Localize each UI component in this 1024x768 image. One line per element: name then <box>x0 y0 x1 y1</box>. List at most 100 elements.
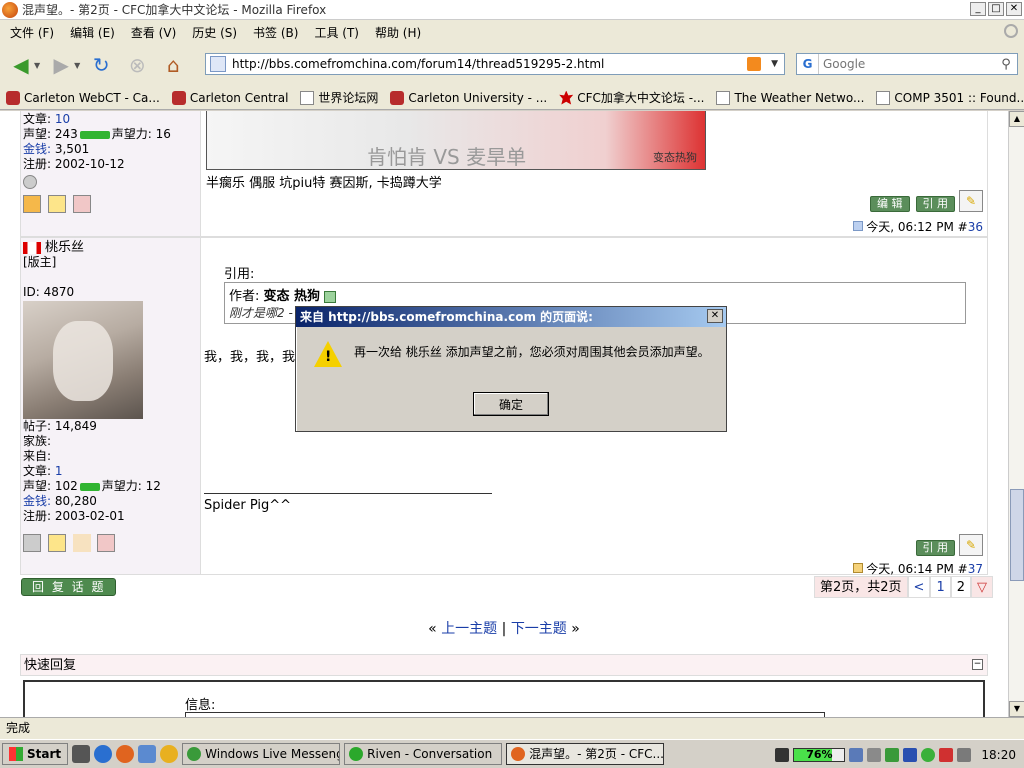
forward-history-dropdown[interactable]: ▼ <box>74 61 80 70</box>
vertical-scrollbar[interactable]: ▲ ▼ <box>1008 111 1024 717</box>
tray-icon[interactable] <box>903 748 918 762</box>
avatar[interactable] <box>23 301 143 419</box>
stop-button[interactable]: ⊗ <box>122 50 152 80</box>
page-menu[interactable]: ▽ <box>971 576 994 598</box>
scroll-up-button[interactable]: ▲ <box>1009 111 1024 127</box>
search-engine-icon[interactable]: G <box>797 54 819 74</box>
tray-icon[interactable] <box>775 748 790 762</box>
quicklaunch-icon[interactable] <box>72 745 91 763</box>
task-windows-live-messenger[interactable]: Windows Live Messenger <box>182 743 341 765</box>
messenger-status-icon[interactable] <box>921 748 936 762</box>
quote-button[interactable]: 引 用 <box>915 196 955 212</box>
previous-thread-link[interactable]: 上一主题 <box>441 621 497 637</box>
internet-explorer-icon[interactable] <box>94 745 113 763</box>
add-reputation-icon[interactable] <box>47 534 66 552</box>
report-icon[interactable] <box>97 534 116 552</box>
collapse-icon[interactable]: − <box>972 659 983 670</box>
quick-reply-box: 信息: <box>23 680 985 717</box>
quote-button[interactable]: 引 用 <box>915 540 955 556</box>
task-riven-conversation[interactable]: Riven - Conversation <box>344 743 503 765</box>
minimize-button[interactable]: _ <box>970 2 986 16</box>
menu-edit[interactable]: 编辑 (E) <box>62 24 123 41</box>
page-icon <box>300 90 315 105</box>
scroll-thumb[interactable] <box>1010 489 1024 581</box>
quick-reply-header: 快速回复 − <box>20 654 988 676</box>
volume-icon[interactable] <box>957 748 972 762</box>
dialog-close-button[interactable]: ✕ <box>707 309 723 323</box>
bookmark-carleton-university[interactable]: Carleton University - ... <box>390 90 547 105</box>
task-firefox[interactable]: 混声望。- 第2页 - CFC... <box>506 743 665 765</box>
rss-feed-icon[interactable] <box>747 57 762 71</box>
back-button[interactable]: ◀ <box>6 50 36 80</box>
search-input[interactable] <box>819 57 995 71</box>
bookmark-cfc-forum[interactable]: CFC加拿大中文论坛 -... <box>559 89 704 106</box>
dialog-message: 再一次给 桃乐丝 添加声望之前，您必须对周围其他会员添加声望。 <box>354 345 710 359</box>
menu-tools[interactable]: 工具 (T) <box>306 24 367 41</box>
pagination: 第2页，共2页 < 1 2 ▽ <box>814 576 994 598</box>
url-dropdown-icon[interactable]: ▼ <box>771 59 778 69</box>
dialog-title-bar: 来自 http://bbs.comefromchina.com 的页面说: ✕ <box>296 307 726 327</box>
next-thread-link[interactable]: 下一主题 <box>511 621 567 637</box>
taskbar: Start Windows Live Messenger Riven - Con… <box>0 739 1024 768</box>
url-bar[interactable]: ▼ <box>205 53 785 75</box>
start-button[interactable]: Start <box>2 743 69 765</box>
menu-view[interactable]: 查看 (V) <box>123 24 184 41</box>
stat-reputation: 声望: 243 声望力: 16 <box>23 127 171 141</box>
bookmarks-toolbar: Carleton WebCT - Ca... Carleton Central … <box>0 86 1024 110</box>
author-username[interactable]: 桃乐丝 <box>45 240 84 255</box>
pencil-icon[interactable]: ✎ <box>959 534 983 556</box>
post-signature: Spider Pig^^ <box>204 498 292 513</box>
home-button[interactable]: ⌂ <box>158 50 188 80</box>
quote-author: 变态 热狗 <box>263 289 321 304</box>
scroll-down-button[interactable]: ▼ <box>1009 701 1024 717</box>
quicklaunch-app-icon[interactable] <box>160 745 179 763</box>
carleton-icon <box>171 90 186 105</box>
menu-file[interactable]: 文件 (F) <box>2 24 62 41</box>
battery-indicator[interactable]: 76% <box>793 748 846 762</box>
menu-bookmarks[interactable]: 书签 (B) <box>245 24 306 41</box>
back-history-dropdown[interactable]: ▼ <box>34 61 40 70</box>
menu-help[interactable]: 帮助 (H) <box>367 24 429 41</box>
home-icon: ⌂ <box>166 53 180 77</box>
profile-icon[interactable] <box>23 534 41 552</box>
outlook-icon[interactable] <box>138 745 157 763</box>
reload-button[interactable]: ↻ <box>86 50 116 80</box>
search-bar[interactable]: G ⚲ <box>796 53 1018 75</box>
signature-banner-image: 肯怕肯 VS 麦旱单 变态热狗 <box>206 111 706 170</box>
tray-icon[interactable] <box>867 748 882 762</box>
edit-button[interactable]: 编 辑 <box>870 196 910 212</box>
arrow-right-icon: ▶ <box>53 53 69 77</box>
status-bar: 完成 <box>0 717 1024 739</box>
firefox-icon[interactable] <box>116 745 135 763</box>
url-input[interactable] <box>232 57 748 71</box>
page-1[interactable]: 1 <box>930 576 951 598</box>
author-id: ID: 4870 <box>23 285 75 299</box>
window-title: 混声望。- 第2页 - CFC加拿大中文论坛 - Mozilla Firefox <box>22 3 327 17</box>
bookmark-world-forum[interactable]: 世界论坛网 <box>300 89 378 106</box>
report-icon[interactable] <box>72 195 91 213</box>
tray-icon[interactable] <box>885 748 900 762</box>
reply-thread-button[interactable]: 回 复 话 题 <box>21 578 117 596</box>
bookmark-comp-3501[interactable]: COMP 3501 :: Found... <box>876 90 1024 105</box>
bookmark-carleton-central[interactable]: Carleton Central <box>171 90 288 105</box>
ok-button[interactable]: 确定 <box>473 392 549 416</box>
search-icon[interactable]: ⚲ <box>995 57 1017 72</box>
dialog-title: 来自 http://bbs.comefromchina.com 的页面说: <box>300 310 593 324</box>
add-reputation-icon[interactable] <box>47 195 66 213</box>
tray-icon[interactable] <box>939 748 954 762</box>
menu-history[interactable]: 历史 (S) <box>184 24 245 41</box>
maximize-button[interactable]: □ <box>988 2 1004 16</box>
pencil-icon[interactable]: ✎ <box>959 190 983 212</box>
page-prev[interactable]: < <box>907 576 931 598</box>
profile-icon[interactable] <box>23 195 41 213</box>
forward-button[interactable]: ▶ <box>46 50 76 80</box>
bookmark-carleton-webct[interactable]: Carleton WebCT - Ca... <box>6 90 160 105</box>
stat-from: 来自: <box>23 449 52 463</box>
network-icon[interactable] <box>849 748 864 762</box>
stat-registered: 注册: 2003-02-01 <box>23 509 125 523</box>
view-post-icon[interactable] <box>324 290 337 303</box>
menu-bar: 文件 (F) 编辑 (E) 查看 (V) 历史 (S) 书签 (B) 工具 (T… <box>0 20 1024 44</box>
close-window-button[interactable]: ✕ <box>1006 2 1022 16</box>
bookmark-weather-network[interactable]: The Weather Netwo... <box>716 90 864 105</box>
stat-money: 金钱: 3,501 <box>23 142 90 156</box>
